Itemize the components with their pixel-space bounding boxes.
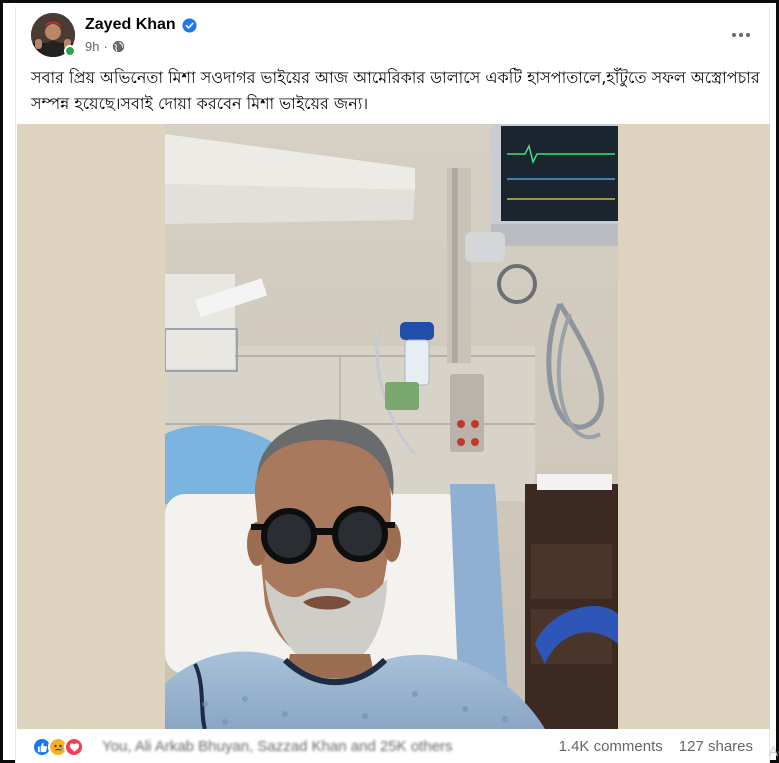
reaction-summary[interactable] [32, 737, 84, 757]
post-photo[interactable] [165, 124, 618, 729]
post-photo-container[interactable] [17, 124, 770, 729]
verified-badge-icon [182, 17, 197, 33]
post-card: Zayed Khan 9h · সবার প্রিয় অভিনেতা মিশা… [15, 7, 779, 763]
post-text: সবার প্রিয় অভিনেতা মিশা সওদাগর ভাইয়ের … [31, 68, 760, 113]
love-icon [64, 737, 84, 757]
comments-count[interactable]: 1.4K comments [559, 738, 663, 755]
meta-separator: · [103, 38, 108, 54]
online-status-indicator [64, 45, 76, 57]
more-options-icon[interactable] [725, 19, 757, 51]
clipped-edge-label: Ac [768, 743, 779, 759]
shares-count[interactable]: 127 shares [679, 738, 753, 755]
globe-icon[interactable] [112, 40, 125, 53]
post-header: Zayed Khan 9h · [16, 7, 771, 61]
author-name[interactable]: Zayed Khan [85, 16, 176, 34]
reactors-list[interactable]: You, Ali Arkab Bhuyan, Sazzad Khan and 2… [102, 738, 453, 755]
post-timestamp[interactable]: 9h [85, 39, 99, 54]
screenshot-frame: Zayed Khan 9h · সবার প্রিয় অভিনেতা মিশা… [0, 0, 779, 763]
post-footer: You, Ali Arkab Bhuyan, Sazzad Khan and 2… [16, 731, 779, 763]
author-avatar[interactable] [31, 13, 76, 57]
